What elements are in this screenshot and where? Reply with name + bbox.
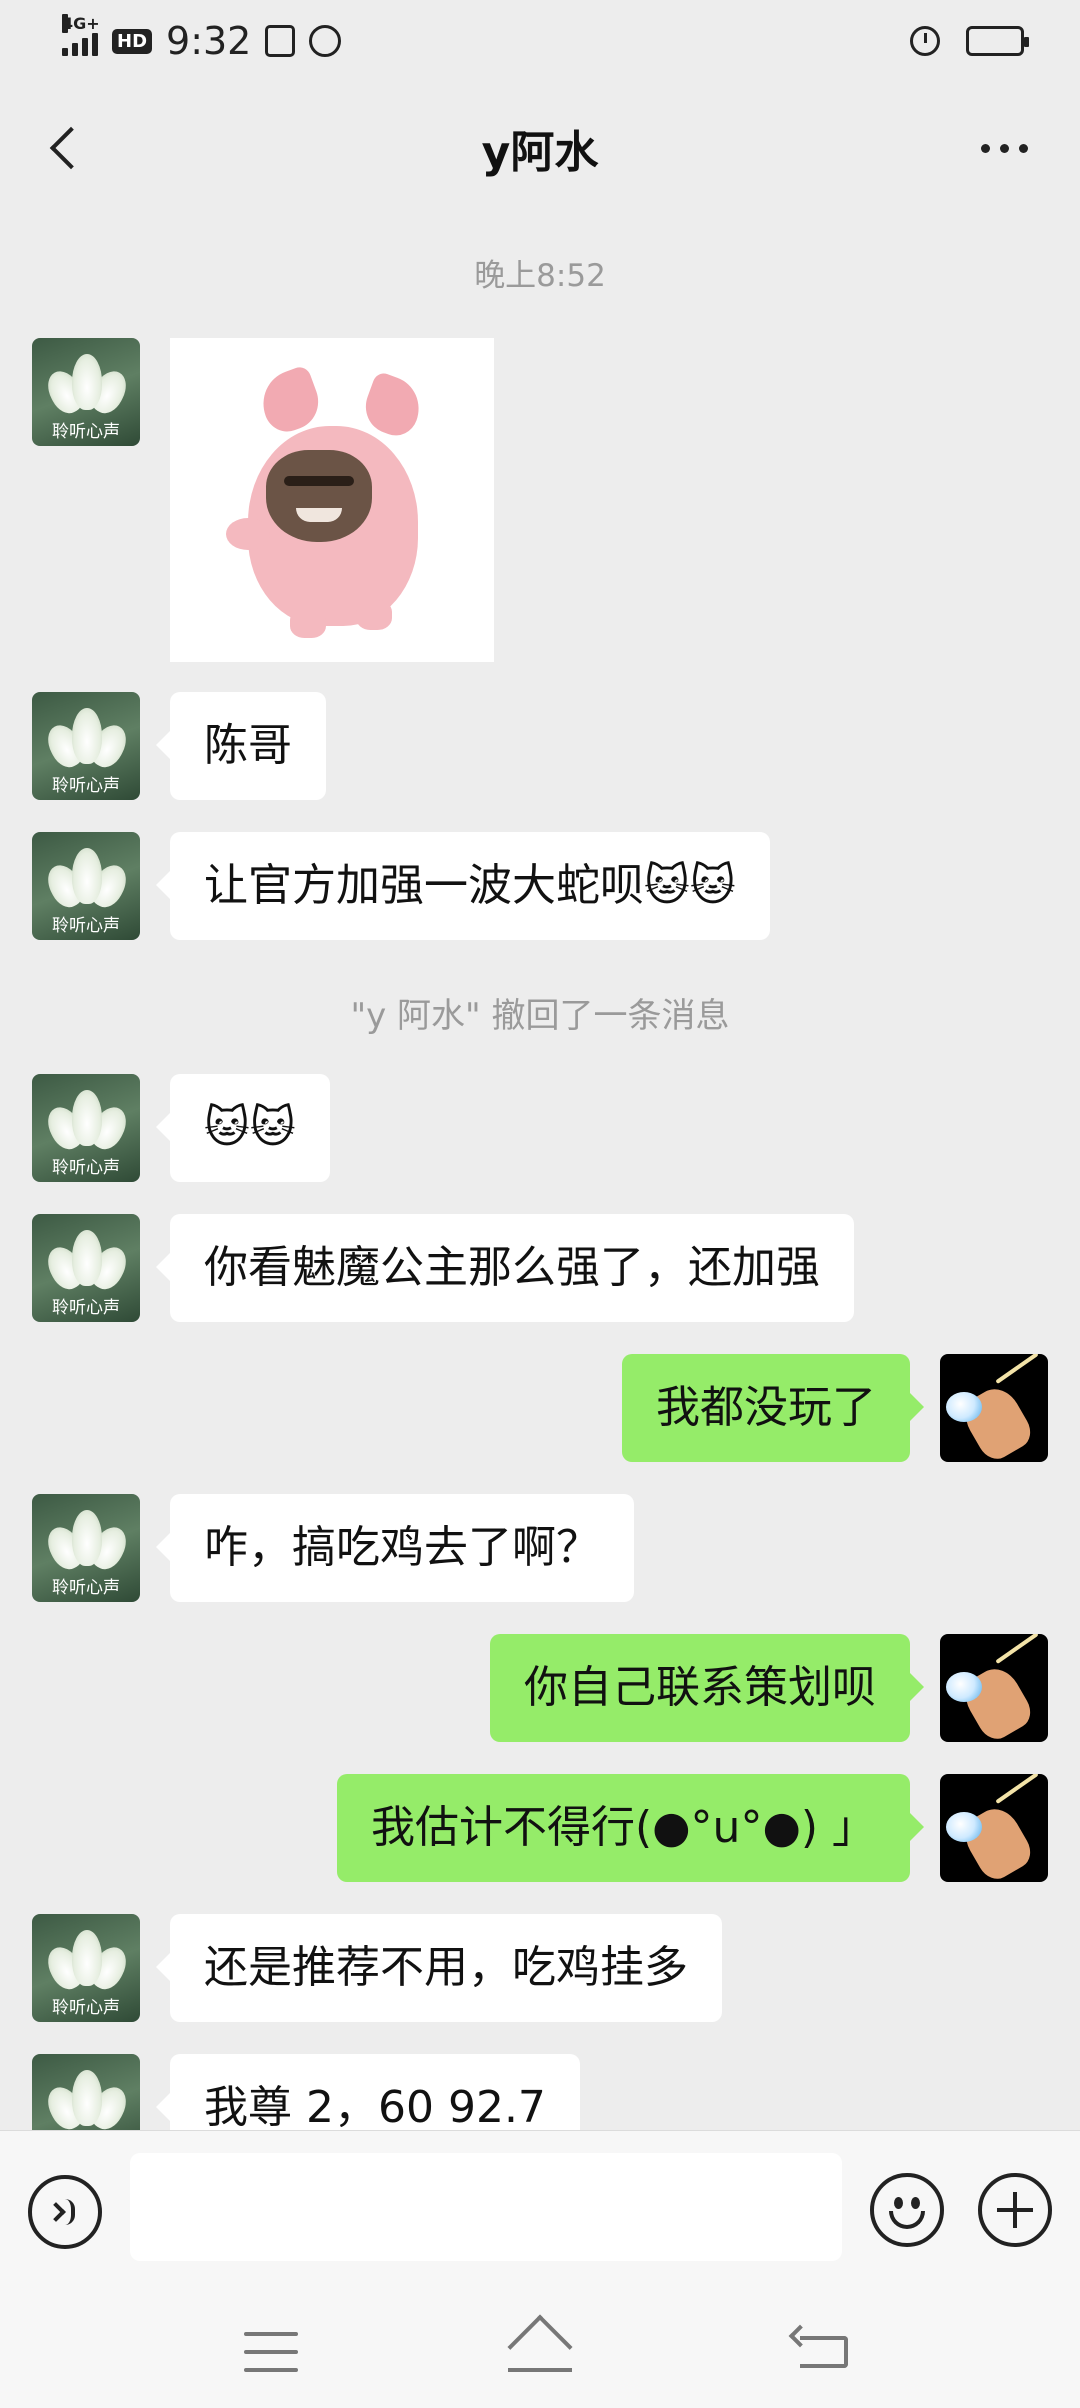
- my-avatar[interactable]: [940, 1774, 1048, 1882]
- contact-avatar[interactable]: 聆听心声: [32, 1914, 140, 2022]
- more-actions-button[interactable]: [978, 2173, 1052, 2247]
- contact-avatar[interactable]: 聆听心声: [32, 692, 140, 800]
- chevron-left-icon: [49, 126, 93, 170]
- recall-notice: "y 阿水" 撤回了一条消息: [350, 996, 730, 1036]
- more-button[interactable]: [964, 122, 1044, 174]
- chat-timestamp: 晚上8:52: [474, 258, 606, 294]
- alarm-icon: [910, 26, 940, 56]
- status-bar: 4G+ HD 9:32: [0, 0, 1080, 82]
- contact-avatar[interactable]: 聆听心声: [32, 2054, 140, 2130]
- message-bubble-received[interactable]: 让官方加强一波大蛇呗🐱🐱: [156, 832, 770, 940]
- message-bubble-received[interactable]: 还是推荐不用，吃鸡挂多: [156, 1914, 722, 2022]
- chat-area[interactable]: 晚上8:52 聆听心声 聆听心声 陈哥 聆听心声 让官方加强一波大蛇呗🐱🐱 "y…: [0, 214, 1080, 2130]
- battery-icon: [966, 26, 1029, 56]
- chat-header: y阿水: [0, 82, 1080, 214]
- contact-avatar[interactable]: 聆听心声: [32, 1494, 140, 1602]
- status-left: 4G+ HD 9:32: [62, 14, 342, 63]
- nav-back-icon[interactable]: [788, 2324, 848, 2372]
- my-avatar[interactable]: [940, 1634, 1048, 1742]
- system-nav-bar: [0, 2286, 1080, 2408]
- message-bubble-received[interactable]: 你看魅魔公主那么强了，还加强: [156, 1214, 854, 1322]
- sync-icon: [309, 25, 342, 57]
- clipboard-icon: [265, 25, 296, 57]
- contact-avatar[interactable]: 聆听心声: [32, 338, 140, 446]
- voice-icon: [46, 2202, 66, 2222]
- more-dots-icon: [980, 143, 990, 153]
- message-bubble-sent[interactable]: 你自己联系策划呗: [490, 1634, 924, 1742]
- my-avatar[interactable]: [940, 1354, 1048, 1462]
- message-bubble-received[interactable]: 🐱🐱: [156, 1074, 330, 1182]
- contact-avatar[interactable]: 聆听心声: [32, 832, 140, 940]
- status-right: [910, 26, 1029, 56]
- signal-icon: 4G+: [62, 14, 100, 56]
- smiley-icon: [894, 2197, 903, 2209]
- message-bubble-sent[interactable]: 我估计不得行(●°u°●)​ 」: [337, 1774, 924, 1882]
- contact-avatar[interactable]: 聆听心声: [32, 1214, 140, 1322]
- hd-badge: HD: [112, 28, 153, 54]
- message-bubble-received[interactable]: 陈哥: [156, 692, 326, 800]
- pig-sticker[interactable]: [170, 338, 494, 662]
- back-button[interactable]: [36, 116, 93, 180]
- message-input[interactable]: [130, 2153, 842, 2261]
- message-bubble-received[interactable]: 我尊 2，60 92.7: [156, 2054, 580, 2130]
- status-time: 9:32: [166, 19, 252, 63]
- message-bubble-sent[interactable]: 我都没玩了: [622, 1354, 924, 1462]
- emoji-button[interactable]: [870, 2173, 944, 2247]
- menu-icon[interactable]: [244, 2332, 298, 2372]
- network-label: 4G+: [62, 14, 100, 33]
- voice-button[interactable]: [28, 2175, 102, 2249]
- input-bar: [0, 2130, 1080, 2286]
- home-icon[interactable]: [507, 2314, 573, 2380]
- contact-avatar[interactable]: 聆听心声: [32, 1074, 140, 1182]
- chat-title: y阿水: [481, 127, 599, 178]
- message-bubble-received[interactable]: 咋，搞吃鸡去了啊？: [156, 1494, 634, 1602]
